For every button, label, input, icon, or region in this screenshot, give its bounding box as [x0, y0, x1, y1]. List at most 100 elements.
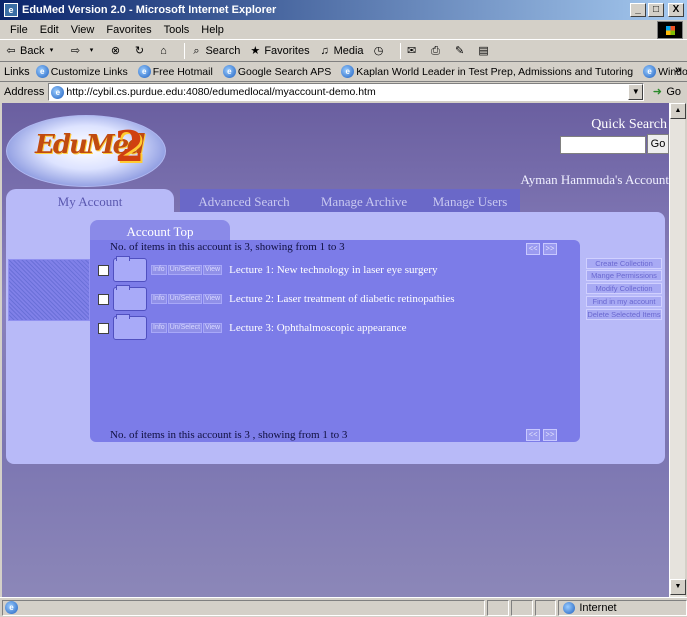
link-customize[interactable]: e Customize Links: [35, 65, 128, 78]
print-button[interactable]: ⎙: [429, 44, 445, 58]
history-button[interactable]: ◷: [372, 44, 388, 58]
favorites-button[interactable]: ★ Favorites: [248, 44, 309, 58]
delete-selected-button[interactable]: Delete Selected Items: [586, 309, 662, 320]
pager-top: << >>: [526, 243, 557, 255]
favorites-icon: ★: [250, 44, 261, 57]
toolbar: ⇦ Back ▾ ⇨ ▾ ⊗ ↻ ⌂ ⌕ Search ★ Favorites …: [0, 40, 687, 62]
quick-search-go-button[interactable]: Go: [647, 134, 669, 154]
menu-tools[interactable]: Tools: [158, 24, 196, 36]
scroll-up-icon[interactable]: ▲: [670, 103, 686, 119]
scroll-down-icon[interactable]: ▼: [670, 579, 686, 595]
quick-search-input[interactable]: [560, 136, 646, 154]
address-url: http://cybil.cs.purdue.edu:4080/edumedlo…: [66, 86, 376, 98]
folder-icon[interactable]: [113, 256, 147, 282]
item-checkbox[interactable]: [98, 293, 109, 305]
link-label: Windows Media: [658, 65, 687, 78]
unselect-button[interactable]: Un/Select: [167, 265, 203, 275]
mail-button[interactable]: ✉: [405, 44, 421, 58]
address-input[interactable]: e http://cybil.cs.purdue.edu:4080/edumed…: [48, 83, 645, 101]
lecture-link[interactable]: Lecture 1: New technology in laser eye s…: [229, 264, 437, 276]
folder-icon[interactable]: [113, 285, 147, 311]
lecture-link[interactable]: Lecture 3: Ophthalmoscopic appearance: [229, 322, 406, 334]
home-button[interactable]: ⌂: [156, 44, 172, 58]
menu-file[interactable]: File: [4, 24, 34, 36]
stop-icon: ⊗: [110, 44, 121, 57]
status-cell: [534, 599, 557, 616]
menu-favorites[interactable]: Favorites: [100, 24, 157, 36]
prev-page-icon[interactable]: <<: [526, 243, 540, 255]
view-button[interactable]: View: [203, 323, 223, 333]
web-page: EduMed 2 Quick Search Go Ayman Hammuda's…: [2, 103, 669, 597]
favorites-label: Favorites: [264, 44, 310, 57]
next-page-icon[interactable]: >>: [543, 243, 557, 255]
home-icon: ⌂: [160, 44, 167, 57]
prev-page-icon[interactable]: <<: [526, 429, 540, 441]
preview-thumbnail: [8, 259, 90, 321]
links-overflow-icon[interactable]: »: [675, 64, 681, 76]
close-button[interactable]: X: [668, 3, 684, 17]
unselect-button[interactable]: Un/Select: [167, 294, 203, 304]
back-button[interactable]: ⇦ Back ▾: [4, 44, 60, 58]
create-collection-button[interactable]: Create Collection: [586, 258, 662, 269]
ie-page-icon: e: [51, 85, 65, 99]
view-button[interactable]: View: [203, 265, 223, 275]
menu-view[interactable]: View: [65, 24, 101, 36]
link-label: Free Hotmail: [152, 65, 213, 78]
edit-button[interactable]: ✎: [453, 44, 469, 58]
go-label: Go: [666, 86, 682, 98]
modify-collection-button[interactable]: Modify Collection: [586, 283, 662, 294]
menu-edit[interactable]: Edit: [34, 24, 65, 36]
media-button[interactable]: ♫ Media: [318, 44, 363, 58]
info-button[interactable]: Info: [151, 265, 167, 275]
window-title: EduMed Version 2.0 - Microsoft Internet …: [22, 4, 277, 16]
pager-bottom: << >>: [526, 429, 557, 441]
unselect-button[interactable]: Un/Select: [167, 323, 203, 333]
menu-help[interactable]: Help: [195, 24, 230, 36]
forward-arrow-icon: ⇨: [70, 44, 81, 57]
link-kaplan[interactable]: e Kaplan World Leader in Test Prep, Admis…: [341, 65, 633, 78]
next-page-icon[interactable]: >>: [543, 429, 557, 441]
refresh-button[interactable]: ↻: [132, 44, 148, 58]
ie-page-icon: e: [5, 601, 18, 614]
media-icon: ♫: [320, 44, 329, 57]
item-checkbox[interactable]: [98, 322, 109, 334]
stop-button[interactable]: ⊗: [108, 44, 124, 58]
discuss-button[interactable]: ▤: [477, 44, 493, 58]
minimize-button[interactable]: _: [630, 3, 646, 17]
forward-button[interactable]: ⇨ ▾: [68, 44, 100, 58]
toolbar-divider: [184, 42, 186, 59]
edumed-logo[interactable]: EduMed 2: [6, 115, 166, 187]
lecture-link[interactable]: Lecture 2: Laser treatment of diabetic r…: [229, 293, 454, 305]
go-arrow-icon: ➜: [652, 86, 662, 98]
link-label: Kaplan World Leader in Test Prep, Admiss…: [356, 65, 634, 78]
address-label: Address: [4, 86, 45, 98]
view-button[interactable]: View: [203, 294, 223, 304]
vertical-scrollbar[interactable]: ▲ ▼: [669, 103, 686, 597]
info-button[interactable]: Info: [151, 323, 167, 333]
search-button[interactable]: ⌕ Search: [189, 44, 240, 58]
manage-permissions-button[interactable]: Mange Permissions: [586, 270, 662, 281]
links-label: Links: [4, 65, 30, 78]
list-item: Info Un/Select View Lecture 1: New techn…: [98, 256, 438, 283]
security-zone: Internet: [558, 599, 687, 616]
link-hotmail[interactable]: e Free Hotmail: [137, 65, 213, 78]
print-icon: ⎙: [431, 44, 440, 57]
address-dropdown-icon[interactable]: ▼: [628, 84, 644, 100]
find-in-account-button[interactable]: Find in my account: [586, 296, 662, 307]
info-button[interactable]: Info: [151, 294, 167, 304]
chevron-down-icon: ▾: [49, 46, 54, 54]
list-item: Info Un/Select View Lecture 3: Ophthalmo…: [98, 314, 407, 341]
address-bar: Address e http://cybil.cs.purdue.edu:408…: [0, 82, 687, 102]
logo-number: 2: [115, 122, 145, 171]
item-checkbox[interactable]: [98, 264, 109, 276]
ie-page-icon: e: [137, 65, 151, 78]
document-icon: ▤: [478, 44, 489, 57]
maximize-button[interactable]: □: [648, 3, 664, 17]
back-label: Back: [20, 44, 45, 57]
status-bar: e Internet: [0, 597, 687, 617]
address-go-button[interactable]: ➜ Go: [650, 85, 681, 99]
link-label: Customize Links: [50, 65, 128, 78]
folder-icon[interactable]: [113, 314, 147, 340]
status-text-area: e: [2, 599, 485, 616]
link-google[interactable]: e Google Search APS: [222, 65, 331, 78]
